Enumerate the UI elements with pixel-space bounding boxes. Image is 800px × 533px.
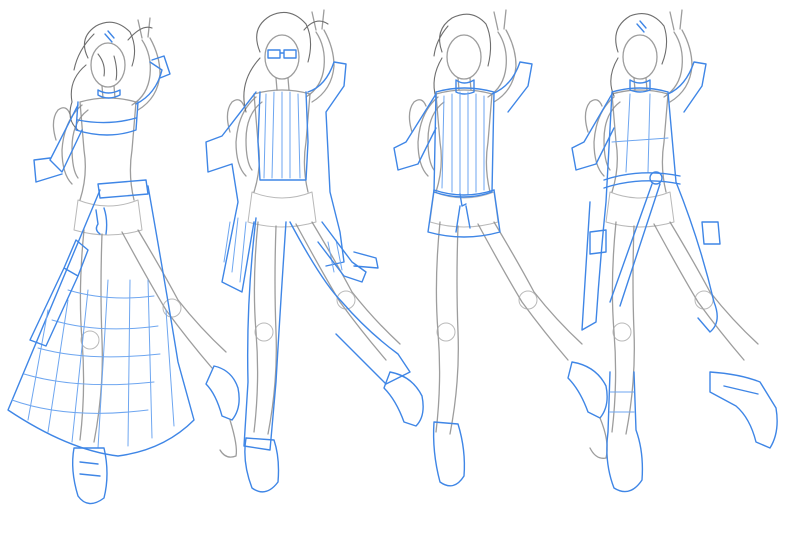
figure-2-sketch xyxy=(205,9,424,493)
figure-4-sketch xyxy=(571,9,778,493)
figure-3-sketch xyxy=(393,9,608,487)
figure-1-sketch xyxy=(7,17,240,505)
sketch-canvas xyxy=(7,9,778,505)
